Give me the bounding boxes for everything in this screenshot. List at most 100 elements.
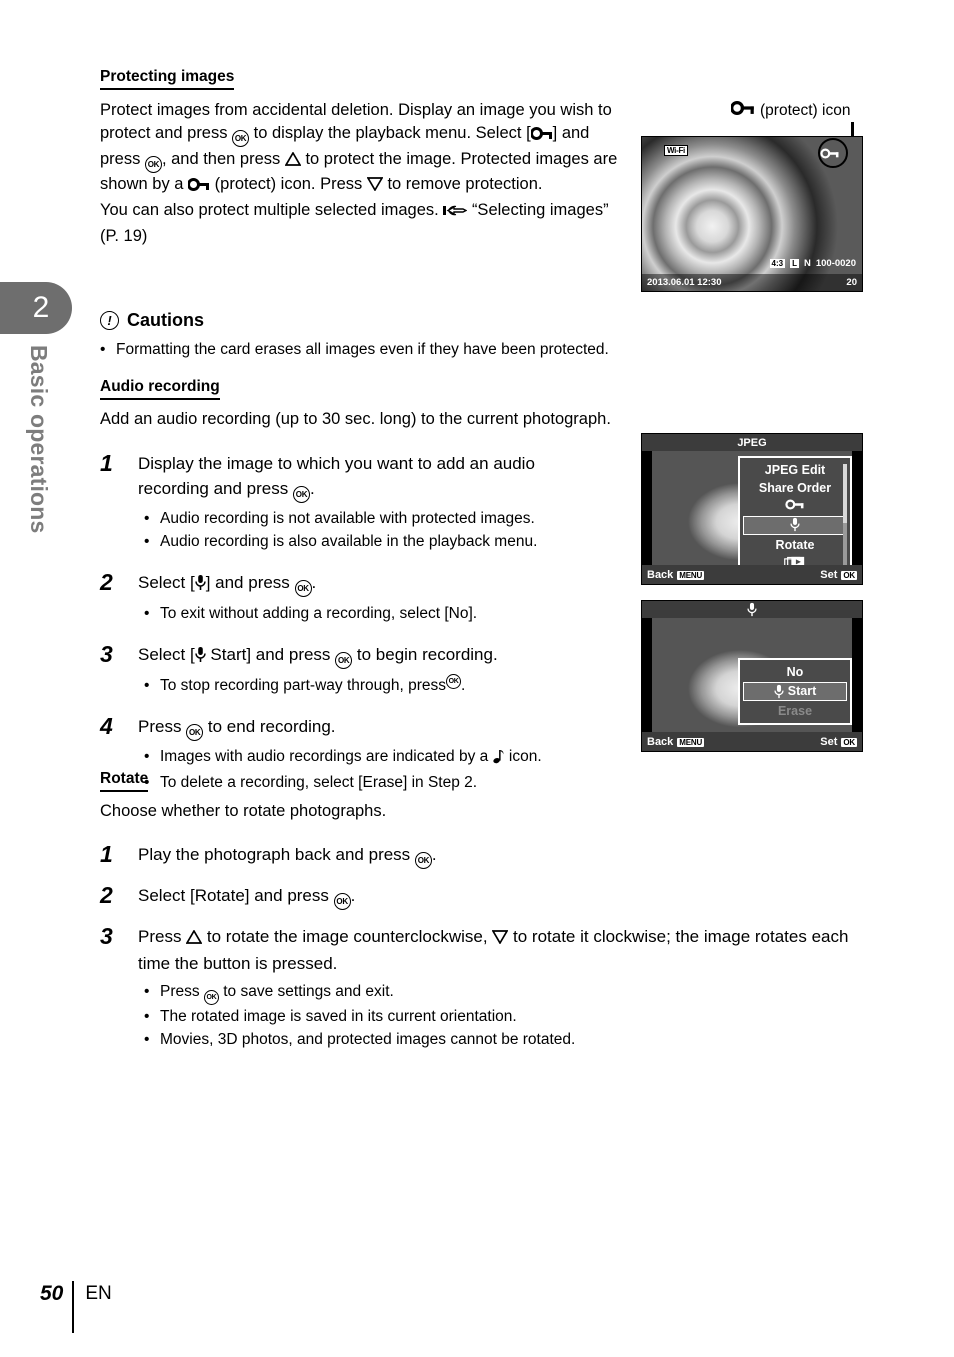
audio-step-2: 2 Select [] and press OK. • To exit witho… <box>100 570 600 625</box>
substep-text-a: Press <box>160 983 204 1001</box>
substep-text-a: Images with audio recordings are indicat… <box>160 748 493 766</box>
step-number: 2 <box>100 882 113 909</box>
substep: • Images with audio recordings are indica… <box>144 745 640 771</box>
protecting-text-2: to display the playback menu. Select [ <box>249 124 531 143</box>
protecting-paragraph: Protect images from accidental deletion.… <box>100 99 620 249</box>
menu-item-share-order[interactable]: Share Order <box>740 479 850 497</box>
triangle-down-icon <box>491 929 509 948</box>
step-text-b: . <box>350 886 356 906</box>
menu-item-protect[interactable] <box>740 497 850 515</box>
ok-button-icon: OK <box>203 989 219 1005</box>
step-body: Select [ ] and press OK. • To exit without… <box>138 570 600 625</box>
substep-text: Audio recording is not available with pr… <box>160 510 535 528</box>
key-icon <box>529 124 553 148</box>
cautions-item: • Formatting the card erases all images … <box>100 339 890 361</box>
bullet-dot: • <box>144 1007 150 1025</box>
step-number: 3 <box>100 641 113 668</box>
triangle-up-icon <box>284 150 302 170</box>
bullet-dot: • <box>144 677 150 695</box>
substep: • Audio recording is also available in th… <box>144 530 600 553</box>
bullet-dot: • <box>100 341 106 358</box>
language-code: EN <box>85 1283 112 1304</box>
start-label: Start <box>787 684 817 698</box>
callout-label-text: (protect) icon <box>760 101 851 119</box>
bullet-dot: • <box>144 510 150 528</box>
mic-icon <box>774 684 784 699</box>
substep-text: Audio recording is also available in the… <box>160 533 538 551</box>
audio-menu-footer-bar: Back MENU Set OK <box>642 732 862 751</box>
substep-text-b: to save settings and exit. <box>218 983 394 1001</box>
protecting-text-4: , and then press <box>161 149 285 168</box>
ok-button-badge: OK <box>841 570 857 580</box>
ok-button-icon: OK <box>446 674 462 690</box>
wifi-badge-text: Wi-Fi <box>667 146 685 155</box>
menu-scrollbar[interactable] <box>843 464 847 572</box>
step-text-c: to begin recording. <box>352 645 498 665</box>
rotate-step-3: 3 Press to rotate the image counterclock… <box>100 924 860 1051</box>
cautions-item-text: Formatting the card erases all images ev… <box>116 341 609 358</box>
page-number: 50 <box>40 1282 64 1305</box>
mic-icon <box>194 573 206 598</box>
back-label: Back <box>647 568 674 581</box>
ok-button-badge: OK <box>841 737 857 747</box>
quality-compression-label: N <box>803 258 811 269</box>
frame-number-label: 20 <box>846 277 857 288</box>
audio-step-1: 1 Display the image to which you want to… <box>100 451 600 553</box>
jpeg-menu-footer-bar: Back MENU Set OK <box>642 565 862 584</box>
set-control[interactable]: Set OK <box>820 736 857 748</box>
rotate-intro: Choose whether to rotate photographs. <box>100 801 387 820</box>
wifi-icon: Wi-Fi <box>664 145 688 156</box>
triangle-up-icon <box>185 929 203 948</box>
menu-item-rotate[interactable]: Rotate <box>740 536 850 554</box>
substep-text: To exit without adding a recording, sele… <box>160 605 478 623</box>
menu-scrollbar-thumb[interactable] <box>843 464 847 524</box>
key-icon <box>730 101 755 120</box>
aspect-ratio-badge: 4:3 <box>769 259 786 268</box>
substep-text: The rotated image is saved in its curren… <box>160 1007 517 1025</box>
step-text-a: Select [ <box>138 573 195 593</box>
menu-item-jpeg-edit[interactable]: JPEG Edit <box>740 461 850 479</box>
step-text-a: Play the photograph back and press <box>138 845 415 865</box>
audio-step-3: 3 Select [ Start] and press OK to begin … <box>100 642 620 697</box>
ok-button-icon: OK <box>294 580 312 598</box>
menu-button-badge: MENU <box>677 737 705 747</box>
step-text-a: Press <box>138 927 187 947</box>
step-text-b: ] and press <box>205 573 295 593</box>
ok-button-icon: OK <box>232 130 250 148</box>
bullet-dot: • <box>144 1030 150 1048</box>
mic-icon <box>790 517 800 532</box>
back-control[interactable]: Back MENU <box>647 568 705 581</box>
substep: • Movies, 3D photos, and protected images… <box>144 1028 860 1051</box>
ok-button-icon: OK <box>414 852 432 870</box>
pointing-hand-icon <box>443 202 468 226</box>
step-text-c: . <box>311 573 317 593</box>
step-text-b: to end recording. <box>203 717 336 737</box>
cautions-heading: Cautions <box>127 310 205 330</box>
audio-menu-panel: No Start Erase <box>738 658 852 725</box>
bullet-dot: • <box>144 605 150 623</box>
exclamation-icon: ! <box>100 311 119 330</box>
step-text-a: Display the image to which you want to a… <box>138 454 535 499</box>
bullet-dot: • <box>144 983 150 1001</box>
menu-item-audio[interactable] <box>743 516 847 535</box>
back-control[interactable]: Back MENU <box>647 736 705 748</box>
camera-screen-playback: Wi-Fi 4:3 L N 100-0020 2013.06.01 12:30 … <box>641 136 863 292</box>
section-cautions: ! Cautions • Formatting the card erases … <box>100 310 890 361</box>
protect-icon-callout-label: (protect) icon <box>730 101 851 120</box>
step-text-a: Select [Rotate] and press <box>138 886 334 906</box>
camera-screen-jpeg-menu: JPEG JPEG Edit Share Order Rotate Back ME… <box>641 433 863 585</box>
set-label: Set <box>820 735 838 748</box>
step-body: Press to rotate the image counterclockwi… <box>138 924 860 1051</box>
ok-button-icon: OK <box>186 724 204 742</box>
key-icon <box>785 499 804 509</box>
ok-button-icon: OK <box>333 893 351 911</box>
section-protecting-images: Protecting images Protect images from ac… <box>100 68 620 249</box>
menu-button-badge: MENU <box>677 570 705 580</box>
set-control[interactable]: Set OK <box>820 569 857 581</box>
set-label: Set <box>820 568 838 581</box>
page-footer: 50 EN <box>40 1281 112 1333</box>
menu-item-no[interactable]: No <box>740 663 850 681</box>
step-number: 3 <box>100 923 113 950</box>
menu-item-start[interactable]: Start <box>743 682 847 701</box>
triangle-down-icon <box>366 177 384 195</box>
